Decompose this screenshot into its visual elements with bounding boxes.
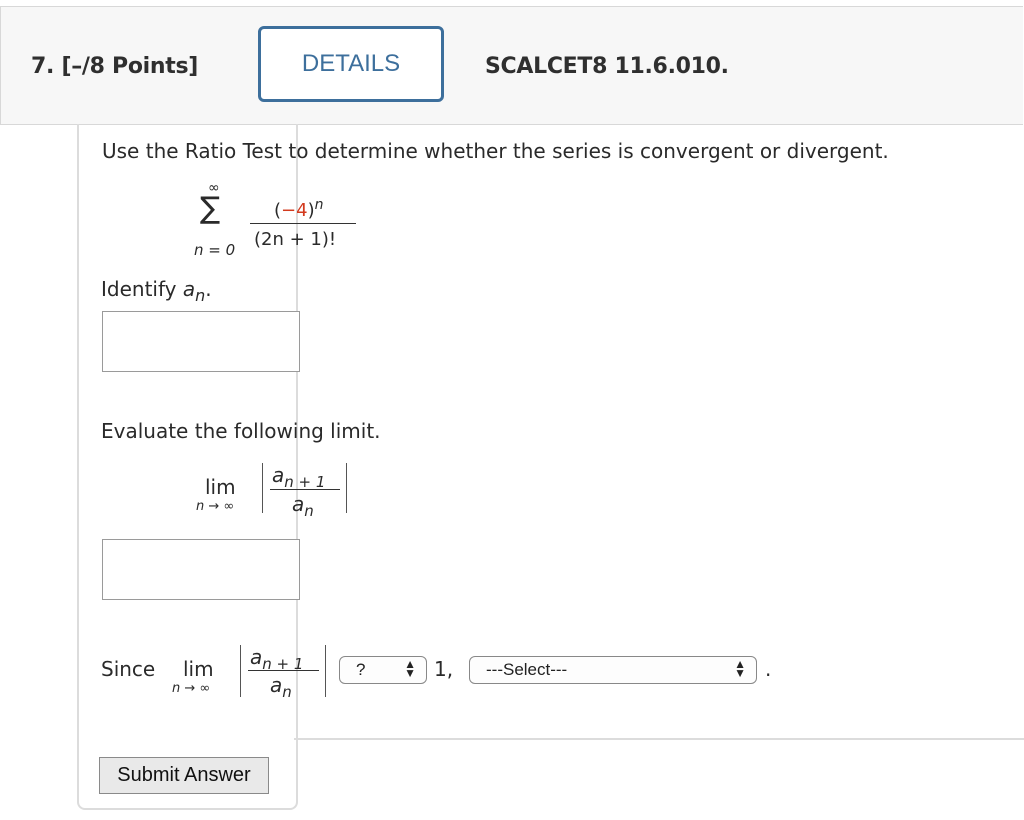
limit-fraction-bar [270,489,340,490]
an-answer-input[interactable] [102,311,300,372]
end-period: . [765,657,772,681]
sum-lower-limit: n = 0 [194,241,236,259]
since-numerator: an + 1 [250,645,304,673]
since-abs-bar-right [325,645,326,697]
since-lim-subscript: n → ∞ [172,681,211,696]
one-text: 1, [434,657,454,681]
question-number-points: 7. [–/8 Points] [31,54,198,79]
question-prompt: Use the Ratio Test to determine whether … [102,139,889,163]
points-label: [–/8 Points] [61,54,199,79]
question-number: 7. [31,54,55,79]
problem-code: SCALCET8 11.6.010. [485,54,729,79]
comparison-select-value: ? [356,660,366,679]
abs-bar-left [262,463,263,513]
since-abs-bar-left [240,645,241,697]
question-header: 7. [–/8 Points] DETAILS SCALCET8 11.6.01… [0,6,1023,125]
question-content-frame [77,124,298,810]
select-arrows-icon: ▲ ▼ [734,657,746,680]
details-button[interactable]: DETAILS [258,26,444,102]
evaluate-limit-label: Evaluate the following limit. [101,419,381,443]
since-lim-text: lim [183,657,214,681]
series-numerator: (−4)n [274,197,324,221]
limit-numerator: an + 1 [272,463,326,491]
conclusion-select-value: ---Select--- [486,660,568,679]
select-arrows-icon: ▲ ▼ [404,657,416,680]
conclusion-select[interactable]: ---Select--- ▲ ▼ [469,656,757,684]
since-label: Since [101,657,156,681]
identify-an-label: Identify an. [101,277,212,305]
numerator-base: −4 [281,200,308,221]
lim-subscript: n → ∞ [196,499,235,514]
series-fraction-bar [250,223,356,224]
abs-bar-right [346,463,347,513]
limit-denominator: an [292,492,314,520]
limit-answer-input[interactable] [102,539,300,600]
lim-text: lim [205,475,236,499]
sigma-symbol: ∑ [200,191,221,226]
content-divider [294,738,1024,740]
series-denominator: (2n + 1)! [254,229,337,250]
submit-answer-button[interactable]: Submit Answer [99,757,269,794]
comparison-select[interactable]: ? ▲ ▼ [339,656,427,684]
since-fraction-bar [248,670,319,671]
since-denominator: an [270,673,292,701]
